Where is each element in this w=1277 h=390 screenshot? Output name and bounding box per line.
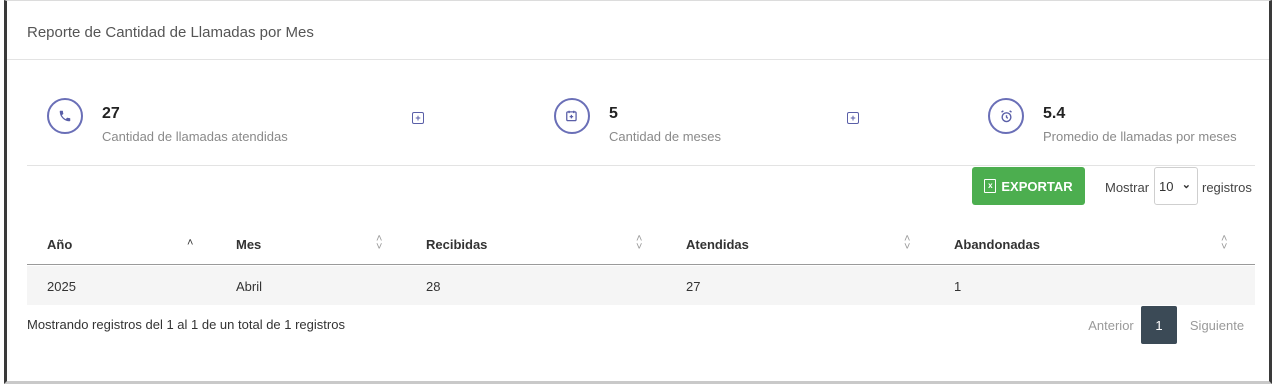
stat-label: Promedio de llamadas por meses — [1043, 129, 1237, 144]
records-label: registros — [1202, 180, 1252, 195]
cell-year: 2025 — [47, 279, 76, 294]
cell-received: 28 — [426, 279, 441, 294]
table-header-border — [27, 264, 1255, 265]
table-row — [27, 266, 1255, 305]
expand-icon[interactable]: + — [847, 112, 859, 124]
stat-value: 5 — [609, 105, 618, 122]
page-size-value: 10 — [1159, 178, 1174, 194]
table-info: Mostrando registros del 1 al 1 de un tot… — [27, 317, 345, 332]
stat-value: 5.4 — [1043, 105, 1066, 122]
phone-icon — [47, 98, 83, 134]
sort-icon[interactable]: ˄ ˅ — [904, 234, 910, 253]
page-title: Reporte de Cantidad de Llamadas por Mes — [27, 24, 314, 41]
expand-icon[interactable]: + — [412, 112, 424, 124]
sort-icon[interactable]: ˄ ˅ — [376, 234, 382, 253]
stat-value: 27 — [102, 105, 120, 122]
cell-answered: 27 — [686, 279, 701, 294]
report-card: Reporte de Cantidad de Llamadas por Mes … — [4, 0, 1272, 384]
cell-month: Abril — [236, 279, 263, 294]
calendar-icon — [554, 98, 590, 134]
stat-label: Cantidad de meses — [609, 129, 722, 144]
pagination-page-1[interactable]: 1 — [1141, 306, 1177, 344]
pagination-next[interactable]: Siguiente — [1181, 306, 1253, 344]
alarm-clock-icon — [988, 98, 1024, 134]
column-header-year[interactable]: Año — [47, 237, 72, 252]
cell-abandoned: 1 — [954, 279, 962, 294]
card-header: Reporte de Cantidad de Llamadas por Mes — [7, 1, 1269, 60]
column-header-abandoned[interactable]: Abandonadas — [954, 237, 1040, 252]
sort-icon[interactable]: ˄ ˅ — [1221, 234, 1227, 253]
column-header-received[interactable]: Recibidas — [426, 237, 487, 252]
sort-asc-icon[interactable]: ˄ — [187, 238, 193, 249]
divider — [27, 165, 1255, 166]
export-button[interactable]: x EXPORTAR — [972, 167, 1085, 205]
show-label: Mostrar — [1105, 180, 1150, 195]
export-label: EXPORTAR — [1001, 178, 1073, 194]
sort-icon[interactable]: ˄ ˅ — [636, 234, 642, 253]
excel-file-icon: x — [984, 179, 997, 193]
column-header-month[interactable]: Mes — [236, 237, 261, 252]
chevron-down-icon: ⌄ — [1181, 179, 1191, 191]
pagination-previous[interactable]: Anterior — [1083, 306, 1139, 344]
stat-label: Cantidad de llamadas atendidas — [102, 129, 288, 144]
page-size-select[interactable]: 10 ⌄ — [1154, 167, 1198, 205]
column-header-answered[interactable]: Atendidas — [686, 237, 749, 252]
